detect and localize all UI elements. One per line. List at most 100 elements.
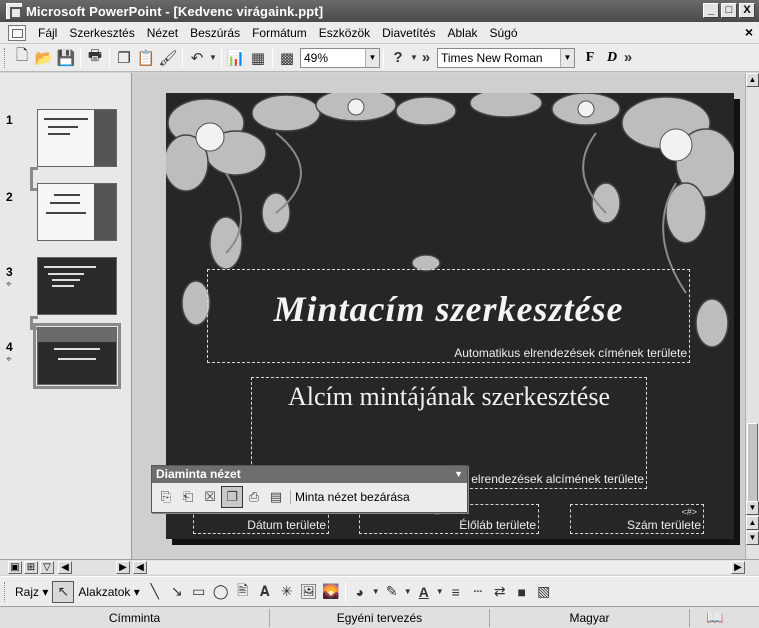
slide-thumbnail-3[interactable] bbox=[37, 257, 117, 315]
toolbar-grip[interactable] bbox=[4, 581, 7, 602]
oval-icon[interactable]: ◯ bbox=[210, 581, 232, 603]
previous-slide-icon[interactable]: ▲ bbox=[746, 516, 759, 530]
menu-insert[interactable]: Beszúrás bbox=[184, 26, 246, 40]
scroll-right-icon[interactable]: ▶ bbox=[731, 561, 745, 574]
insert-table-icon[interactable]: ▦ bbox=[247, 47, 269, 69]
font-combo[interactable]: Times New Roman ▼ bbox=[437, 47, 575, 68]
master-title-text: Mintacím szerkesztése bbox=[273, 289, 624, 329]
horizontal-scrollbar[interactable] bbox=[147, 561, 745, 574]
paste-icon[interactable]: 📋 bbox=[135, 47, 157, 69]
copy-icon[interactable]: ❐ bbox=[113, 47, 135, 69]
select-objects-icon[interactable]: ↖ bbox=[52, 580, 75, 603]
title-placeholder[interactable]: Mintacím szerkesztése Automatikus elrend… bbox=[207, 269, 690, 363]
slide-thumbnail-4[interactable] bbox=[37, 327, 117, 385]
slide-thumbnail-2[interactable] bbox=[37, 183, 117, 241]
menu-view[interactable]: Nézet bbox=[141, 26, 184, 40]
arrow-icon[interactable]: ↘ bbox=[166, 581, 188, 603]
clip-art-icon[interactable]: 🖼 bbox=[298, 581, 320, 603]
delete-master-icon[interactable]: ☒ bbox=[199, 486, 221, 508]
floating-toolbar-titlebar[interactable]: Diaminta nézet ▼ bbox=[152, 466, 467, 483]
menu-edit[interactable]: Szerkesztés bbox=[63, 26, 140, 40]
slide-number: 2 bbox=[6, 190, 13, 204]
chevron-down-icon[interactable]: ▼ bbox=[560, 48, 574, 67]
save-icon[interactable]: 💾 bbox=[55, 47, 77, 69]
pin-icon: ⌖ bbox=[6, 354, 12, 365]
italic-button[interactable]: D bbox=[601, 50, 623, 66]
arrow-style-icon[interactable]: ⇄ bbox=[489, 581, 511, 603]
insert-chart-icon[interactable]: 📊 bbox=[225, 47, 247, 69]
insert-picture-icon[interactable]: 🌄 bbox=[320, 581, 342, 603]
scroll-left-icon[interactable]: ◀ bbox=[133, 561, 147, 574]
toolbar-grip[interactable] bbox=[4, 47, 7, 68]
open-folder-icon[interactable]: 📂 bbox=[33, 47, 55, 69]
close-button[interactable]: X bbox=[739, 3, 755, 18]
shadow-style-icon[interactable]: ■ bbox=[511, 581, 533, 603]
scroll-down-icon[interactable]: ▼ bbox=[746, 501, 759, 515]
thumb-text-line bbox=[50, 202, 80, 204]
insert-new-title-master-icon[interactable]: ⎗ bbox=[177, 486, 199, 508]
thumb-scroll-left-icon[interactable]: ◀ bbox=[58, 561, 72, 574]
wordart-icon[interactable]: 𝐀 bbox=[254, 581, 276, 603]
toolbar-more-icon[interactable]: » bbox=[419, 47, 433, 69]
slide-thumbnail-pane[interactable]: 1 2 3 ⌖ 4 ⌖ bbox=[0, 73, 132, 559]
diagram-icon[interactable]: ✳ bbox=[276, 581, 298, 603]
scroll-up-icon[interactable]: ▲ bbox=[746, 73, 759, 87]
powerpoint-app-icon[interactable] bbox=[6, 3, 22, 19]
preserve-master-icon[interactable]: ❐ bbox=[221, 486, 243, 508]
autoshapes-menu-button[interactable]: Alakzatok ▾ bbox=[74, 585, 143, 599]
format-painter-icon[interactable]: 🖌 bbox=[157, 47, 179, 69]
rename-master-icon[interactable]: ⎙ bbox=[243, 486, 265, 508]
line-color-dropdown-icon[interactable]: ▼ bbox=[403, 581, 413, 603]
maximize-button[interactable]: □ bbox=[721, 3, 737, 18]
fill-color-dropdown-icon[interactable]: ▼ bbox=[371, 581, 381, 603]
chevron-down-icon[interactable]: ▼ bbox=[365, 48, 379, 67]
menu-file[interactable]: Fájl bbox=[32, 26, 63, 40]
thumb-scroll-right-icon[interactable]: ▶ bbox=[116, 561, 130, 574]
spellcheck-icon[interactable]: 📖 bbox=[706, 609, 723, 626]
thumb-text-line bbox=[48, 273, 84, 275]
line-color-icon[interactable]: ✎ bbox=[381, 581, 403, 603]
help-dropdown-icon[interactable]: ▼ bbox=[409, 47, 419, 69]
slide-master-view-toolbar[interactable]: Diaminta nézet ▼ ⎘ ⎗ ☒ ❐ ⎙ ▤ Minta nézet… bbox=[151, 465, 468, 513]
line-icon[interactable]: ╲ bbox=[144, 581, 166, 603]
print-icon[interactable]: 🖶 bbox=[84, 47, 106, 69]
font-color-dropdown-icon[interactable]: ▼ bbox=[435, 581, 445, 603]
slideshow-view-icon[interactable]: ▽ bbox=[40, 561, 54, 574]
help-icon[interactable]: ? bbox=[387, 47, 409, 69]
slide-sorter-view-icon[interactable]: ⊞ bbox=[24, 561, 38, 574]
zoom-combo[interactable]: 49% ▼ bbox=[300, 47, 380, 68]
3d-style-icon[interactable]: ▧ bbox=[533, 581, 555, 603]
line-style-icon[interactable]: ≡ bbox=[445, 581, 467, 603]
master-layout-icon[interactable]: ▤ bbox=[265, 486, 287, 508]
fill-color-icon[interactable]: ◕ bbox=[349, 581, 371, 603]
slide-thumbnail-1[interactable] bbox=[37, 109, 117, 167]
undo-icon[interactable]: ↶ bbox=[186, 47, 208, 69]
new-document-icon[interactable]: 🗋 bbox=[11, 47, 33, 69]
normal-view-icon[interactable]: ▣ bbox=[8, 561, 22, 574]
document-icon[interactable] bbox=[8, 24, 26, 41]
vertical-scrollbar[interactable]: ▲ ▼ ▲ ▼ bbox=[745, 73, 759, 559]
chevron-down-icon[interactable]: ▼ bbox=[454, 466, 463, 483]
dash-style-icon[interactable]: ┄ bbox=[467, 581, 489, 603]
number-area-label: Szám területe bbox=[626, 518, 701, 532]
undo-dropdown-icon[interactable]: ▼ bbox=[208, 47, 218, 69]
draw-menu-button[interactable]: Rajz ▾ bbox=[11, 585, 52, 599]
slide-number-placeholder[interactable]: <#> Szám területe bbox=[570, 504, 704, 534]
toolbar-more-icon[interactable]: » bbox=[623, 47, 633, 69]
font-color-icon[interactable]: A bbox=[413, 581, 435, 603]
insert-new-slide-master-icon[interactable]: ⎘ bbox=[155, 486, 177, 508]
minimize-button[interactable]: _ bbox=[703, 3, 719, 18]
next-slide-icon[interactable]: ▼ bbox=[746, 531, 759, 545]
document-close-icon[interactable]: × bbox=[745, 24, 753, 40]
close-master-view-button[interactable]: Minta nézet bezárása bbox=[290, 490, 410, 504]
rectangle-icon[interactable]: ▭ bbox=[188, 581, 210, 603]
grid-icon[interactable]: ▩ bbox=[276, 47, 298, 69]
menu-slideshow[interactable]: Diavetítés bbox=[376, 26, 441, 40]
scroll-thumb[interactable] bbox=[747, 423, 758, 503]
menu-format[interactable]: Formátum bbox=[246, 26, 313, 40]
menu-tools[interactable]: Eszközök bbox=[313, 26, 376, 40]
bold-button[interactable]: F bbox=[579, 50, 601, 66]
text-box-icon[interactable]: 🖹 bbox=[232, 581, 254, 603]
menu-help[interactable]: Súgó bbox=[484, 26, 524, 40]
menu-window[interactable]: Ablak bbox=[442, 26, 484, 40]
